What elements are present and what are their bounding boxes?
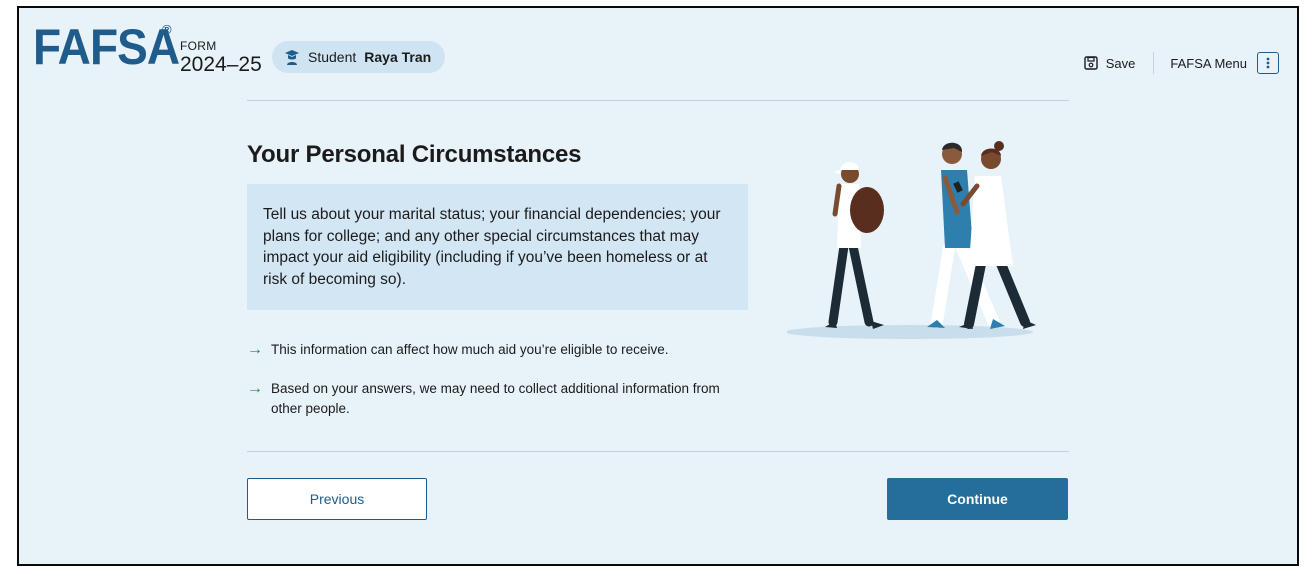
form-label: FORM — [180, 39, 217, 53]
bullet-item: → This information can affect how much a… — [247, 340, 767, 360]
header-divider — [247, 100, 1069, 101]
continue-button[interactable]: Continue — [887, 478, 1068, 520]
student-name: Raya Tran — [364, 49, 432, 65]
bullet-text: This information can affect how much aid… — [271, 342, 669, 357]
registered-mark: ® — [162, 22, 172, 37]
fafsa-logo: FAFSA — [33, 19, 180, 75]
previous-button[interactable]: Previous — [247, 478, 427, 520]
bullet-text: Based on your answers, we may need to co… — [271, 381, 720, 416]
student-icon — [285, 50, 299, 65]
header-actions: Save FAFSA Menu — [1084, 52, 1279, 74]
student-chip: Student Raya Tran — [272, 41, 446, 73]
fafsa-menu-label[interactable]: FAFSA Menu — [1154, 56, 1257, 71]
info-text: Tell us about your marital status; your … — [263, 206, 721, 288]
save-label: Save — [1105, 55, 1136, 71]
bullet-item: → Based on your answers, we may need to … — [247, 379, 767, 419]
form-year: 2024–25 — [180, 53, 262, 76]
kebab-icon[interactable] — [1257, 52, 1279, 74]
page-frame: FAFSA ® FORM 2024–25 Student Raya Tran S… — [17, 6, 1299, 566]
page-title: Your Personal Circumstances — [247, 141, 582, 168]
students-walking-illustration — [787, 141, 1036, 339]
footer-divider — [247, 451, 1069, 452]
save-button[interactable]: Save — [1084, 52, 1155, 74]
info-box: Tell us about your marital status; your … — [247, 184, 748, 310]
student-prefix: Student — [308, 49, 357, 65]
floppy-icon — [1084, 56, 1098, 70]
arrow-right-icon: → — [247, 341, 263, 358]
arrow-right-icon: → — [247, 380, 263, 397]
